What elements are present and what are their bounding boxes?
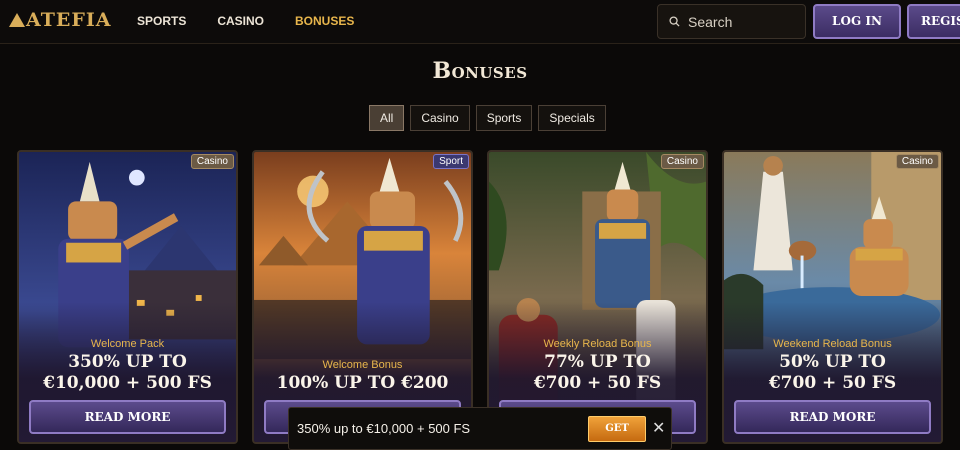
page-title: Bonuses xyxy=(432,58,528,84)
bonus-subtitle: Weekly Reload Bonus xyxy=(543,338,652,350)
bonus-amount-line1: 350% UP TO xyxy=(68,352,187,372)
search-input[interactable] xyxy=(688,12,798,32)
bonus-amount-line2: €700 + 50 FS xyxy=(768,373,897,393)
bonus-offer-toast: 350% up to €10,000 + 500 FS GET ✕ xyxy=(288,407,672,450)
brand-logo[interactable]: ATEFIA xyxy=(9,9,111,31)
nav-casino[interactable]: CASINO xyxy=(217,14,264,28)
bonus-amount-line1: 100% UP TO €200 xyxy=(276,373,449,393)
nav-sports[interactable]: SPORTS xyxy=(137,14,186,28)
read-more-button[interactable]: READ MORE xyxy=(734,400,931,434)
bonus-subtitle: Weekend Reload Bonus xyxy=(773,338,892,350)
bonus-amount-line1: 77% UP TO xyxy=(544,352,651,372)
login-button[interactable]: LOG IN xyxy=(813,4,901,39)
category-badge: Casino xyxy=(190,154,234,169)
get-bonus-button[interactable]: GET xyxy=(588,416,646,442)
bonus-subtitle: Welcome Pack xyxy=(90,338,165,350)
filter-casino[interactable]: Casino xyxy=(410,105,470,131)
filter-specials[interactable]: Specials xyxy=(538,105,606,131)
bonus-subtitle: Welcome Bonus xyxy=(322,359,403,371)
bonus-card-welcome-pack[interactable]: Casino Welcome Pack 350% UP TO €10,000 +… xyxy=(17,150,238,444)
top-bar: ATEFIA SPORTS CASINO BONUSES LOG IN REGI… xyxy=(0,0,960,44)
nav-bonuses[interactable]: BONUSES xyxy=(295,14,354,28)
filter-sports[interactable]: Sports xyxy=(475,105,533,131)
bonus-card-weekend-reload[interactable]: Casino Weekend Reload Bonus 50% UP TO €7… xyxy=(722,150,943,444)
bonus-card-weekly-reload[interactable]: Casino Weekly Reload Bonus 77% UP TO €70… xyxy=(487,150,708,444)
main-nav: SPORTS CASINO BONUSES xyxy=(137,14,385,28)
category-badge: Casino xyxy=(895,154,939,169)
category-badge: Casino xyxy=(660,154,704,169)
logo-text: ATEFIA xyxy=(26,9,112,31)
read-more-button[interactable]: READ MORE xyxy=(29,400,226,434)
bonus-amount-line2: €10,000 + 500 FS xyxy=(43,373,212,393)
bonus-amount-line1: 50% UP TO xyxy=(779,352,886,372)
search-box[interactable] xyxy=(657,4,806,39)
close-icon[interactable]: ✕ xyxy=(652,418,665,437)
register-button[interactable]: REGISTER xyxy=(907,4,960,39)
filter-all[interactable]: All xyxy=(369,105,405,131)
toast-text: 350% up to €10,000 + 500 FS xyxy=(297,421,471,436)
search-icon xyxy=(669,16,680,27)
bonus-card-welcome-bonus[interactable]: Sport Welcome Bonus 100% UP TO €200 READ… xyxy=(252,150,473,444)
logo-triangle-icon xyxy=(9,13,25,27)
category-badge: Sport xyxy=(433,154,469,169)
bonus-filter-tabs: All Casino Sports Specials xyxy=(369,105,612,131)
bonus-amount-line2: €700 + 50 FS xyxy=(533,373,662,393)
